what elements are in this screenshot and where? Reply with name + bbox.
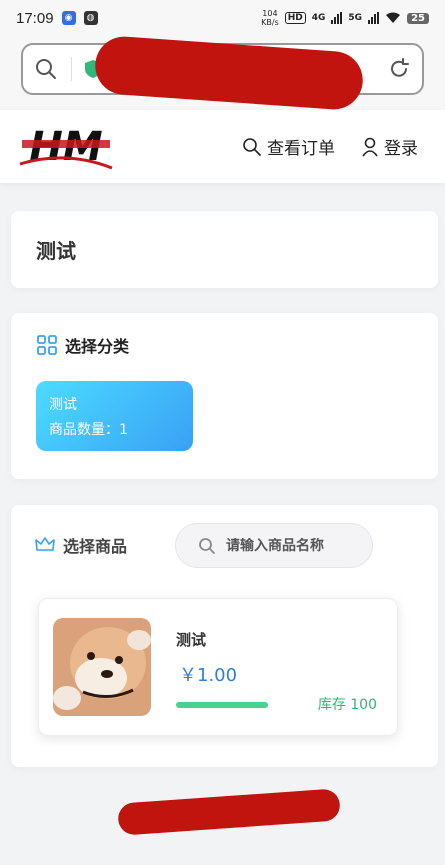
category-name: 测试 (49, 397, 77, 413)
footer-redaction (117, 788, 341, 836)
title-card: 测试 (11, 211, 438, 288)
product-thumbnail (53, 618, 151, 716)
browser-toolbar: 苏 (0, 34, 445, 112)
category-section: 选择分类 测试 商品数量：1 (11, 313, 438, 479)
view-orders-link[interactable]: 查看订单 (242, 134, 335, 159)
net-speed: 104 KB/s (261, 9, 279, 27)
site-logo[interactable]: HM (18, 120, 114, 176)
search-orders-icon (243, 137, 261, 156)
product-item[interactable]: 测试 ￥1.00 库存 100 (38, 598, 398, 736)
login-label: 登录 (384, 139, 418, 159)
product-search[interactable] (175, 523, 373, 568)
refresh-icon[interactable] (388, 58, 410, 80)
wifi-icon (386, 12, 401, 23)
battery-indicator: 25 (407, 12, 429, 24)
signal-icon (331, 12, 343, 24)
product-section: 选择商品 测试 ￥1.00 库存 100 (11, 505, 438, 767)
app-notification-icon: ◍ (83, 11, 98, 25)
address-divider (71, 57, 72, 81)
view-orders-label: 查看订单 (267, 139, 335, 159)
search-icon (199, 537, 215, 554)
network-type-1: 4G (311, 13, 326, 23)
stock-bar (176, 702, 268, 708)
status-time: 17:09 (16, 9, 54, 27)
signal-icon-2 (368, 12, 380, 24)
product-heading: 选择商品 (35, 533, 127, 557)
status-indicators: 104 KB/s HD 4G 5G 25 (261, 9, 429, 27)
page-title: 测试 (36, 239, 76, 263)
product-price: ￥1.00 (179, 665, 238, 686)
site-header: HM 查看订单 登录 (0, 110, 445, 183)
category-heading-label: 选择分类 (65, 337, 130, 356)
product-stock: 库存 100 (317, 697, 377, 713)
crown-icon (35, 537, 55, 551)
network-type-2: 5G (348, 13, 363, 23)
search-icon[interactable] (35, 58, 57, 80)
product-search-input[interactable] (226, 537, 366, 554)
category-heading: 选择分类 (37, 333, 129, 357)
user-icon (362, 137, 378, 156)
stock-bar-fill (176, 702, 268, 708)
category-count: 商品数量：1 (49, 422, 128, 438)
product-name: 测试 (176, 631, 207, 649)
vpn-icon: ◉ (61, 11, 76, 25)
product-heading-label: 选择商品 (63, 537, 128, 556)
category-icon (37, 335, 57, 355)
category-tile[interactable]: 测试 商品数量：1 (36, 381, 193, 451)
hd-badge: HD (284, 12, 306, 24)
login-link[interactable]: 登录 (361, 134, 418, 159)
status-bar: 17:09 ◉ ◍ 104 KB/s HD 4G 5G 25 (0, 0, 445, 36)
